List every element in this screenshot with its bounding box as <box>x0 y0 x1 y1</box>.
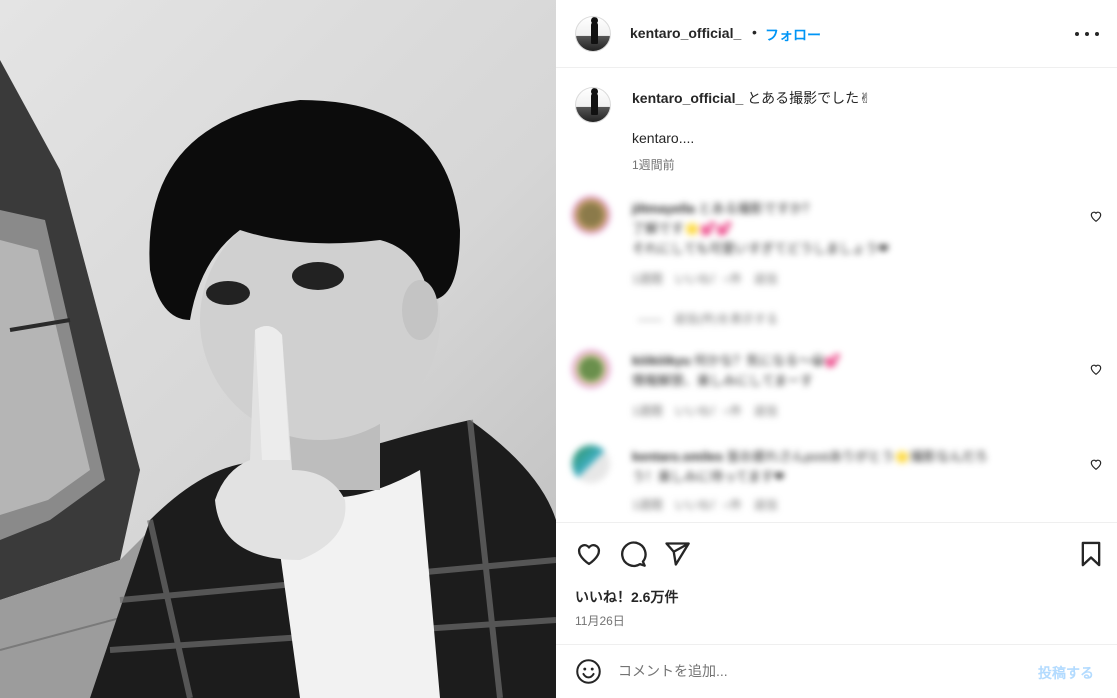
follow-button[interactable]: フォロー <box>765 25 821 45</box>
caption-author-avatar[interactable] <box>575 87 611 123</box>
comment-text: 了解です🌟💕💕 <box>632 221 733 236</box>
comment-text: それにしても可愛いすぎてどうしましょう❤ <box>632 241 889 256</box>
commenter-username[interactable]: kentaro.smiles <box>632 449 723 464</box>
caption-line2: kentaro.... <box>632 130 695 146</box>
comments-list: jiltmayella とある撮影ですか？ 了解です🌟💕💕 それにしても可愛いす… <box>556 180 1117 520</box>
post-detail-panel: kentaro_official_ • フォロー kentaro_officia… <box>556 0 1117 698</box>
likes-count[interactable]: いいね！2.6万件 <box>575 587 678 607</box>
comment-text: 何かな？気になる〜😀💕 <box>694 353 841 368</box>
comment-meta[interactable]: 1週間 いいね！○件 返信 <box>632 270 778 287</box>
post-date: 11月26日 <box>575 614 625 628</box>
comment-text: とある撮影ですか？ <box>698 201 816 216</box>
comment-text: 情報解禁、楽しみにしてまーす <box>632 373 813 388</box>
comment-bubble-icon[interactable] <box>619 540 647 568</box>
comment-like-icon[interactable] <box>1089 209 1103 223</box>
more-horizontal-icon[interactable] <box>1075 24 1099 44</box>
add-comment-bar: 投稿する <box>556 644 1117 698</box>
post-comment-button[interactable]: 投稿する <box>1038 663 1094 683</box>
comment-text: 皆お疲れさんpostありがとう🌟撮影なんだろ <box>726 449 988 464</box>
save-bookmark-icon[interactable] <box>1077 540 1105 568</box>
comment-text: う！楽しみに待ってます❤ <box>632 469 785 484</box>
commenter-username[interactable]: kiiikiiikyu <box>632 353 691 368</box>
commenter-username[interactable]: jiltmayella <box>632 201 695 216</box>
author-username[interactable]: kentaro_official_ <box>630 25 741 41</box>
comment-like-icon[interactable] <box>1089 362 1103 376</box>
post-photo[interactable] <box>0 0 556 698</box>
comment-like-icon[interactable] <box>1089 457 1103 471</box>
commenter-avatar[interactable] <box>572 350 610 388</box>
author-avatar[interactable] <box>575 16 611 52</box>
view-replies-link[interactable]: —— 返信(件)を表示する <box>638 310 778 327</box>
photo-illustration <box>0 60 556 698</box>
commenter-avatar[interactable] <box>572 196 610 234</box>
like-heart-icon[interactable] <box>575 540 603 568</box>
separator-dot: • <box>752 24 757 40</box>
post-actions: いいね！2.6万件 11月26日 <box>556 522 1117 647</box>
emoji-icon[interactable] <box>575 658 602 685</box>
comment-meta[interactable]: 1週間 いいね！○件 返信 <box>632 496 778 513</box>
commenter-avatar[interactable] <box>572 445 610 483</box>
share-send-icon[interactable] <box>663 540 691 568</box>
comment-input[interactable] <box>618 659 1008 683</box>
caption-text: とある撮影でした✌ <box>747 90 871 106</box>
post-header: kentaro_official_ • フォロー <box>556 0 1117 68</box>
caption-time: 1週間前 <box>632 158 675 172</box>
caption: kentaro_official_ とある撮影でした✌ <box>632 89 871 107</box>
comment-meta[interactable]: 1週間 いいね！○件 返信 <box>632 402 778 419</box>
caption-username[interactable]: kentaro_official_ <box>632 90 743 106</box>
